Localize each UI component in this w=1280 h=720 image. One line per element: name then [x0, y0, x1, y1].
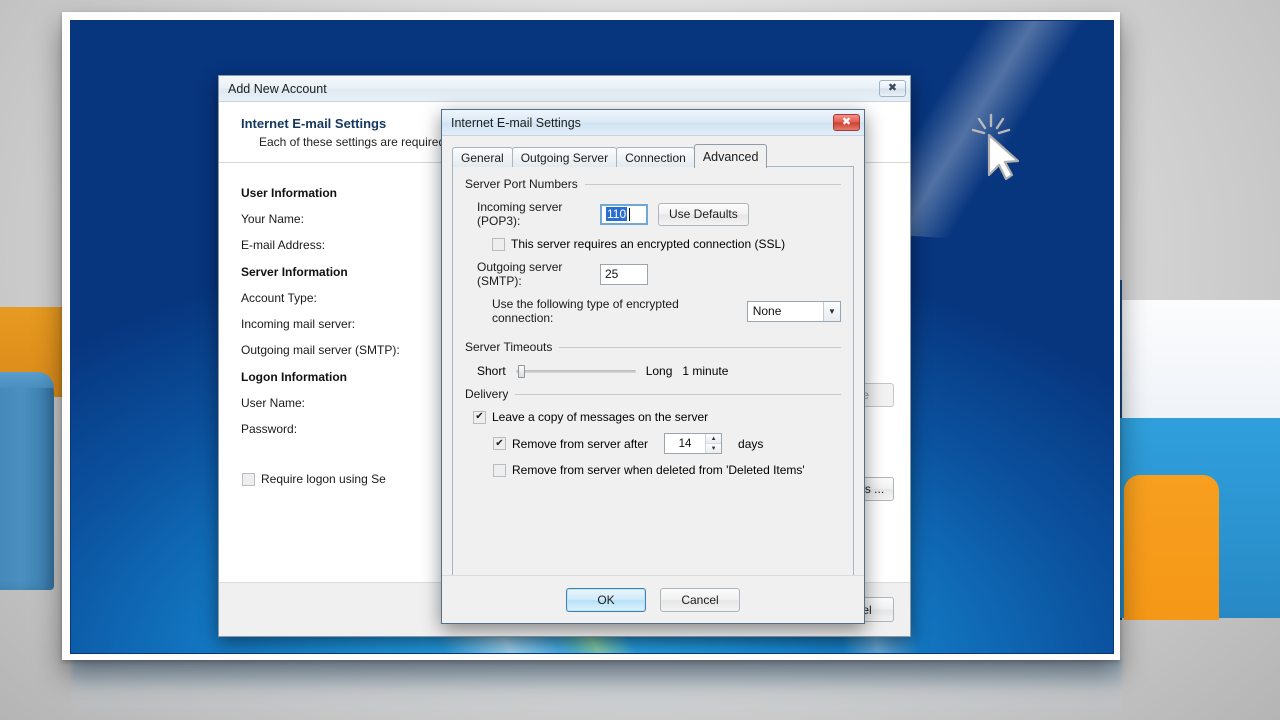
group-label-delivery: Delivery: [465, 387, 509, 401]
label-timeout-short: Short: [477, 364, 506, 378]
remove-deleted-checkbox[interactable]: [493, 463, 506, 477]
row-remove-deleted[interactable]: Remove from server when deleted from 'De…: [465, 463, 841, 477]
group-divider: [584, 183, 841, 185]
group-server-port-numbers: Server Port Numbers Incoming server (POP…: [465, 177, 841, 334]
row-ssl-checkbox[interactable]: This server requires an encrypted connec…: [465, 237, 841, 251]
server-timeout-slider[interactable]: [515, 363, 636, 379]
wizard-title-bar: Add New Account ✖: [219, 76, 910, 102]
settings-tabstrip: General Outgoing Server Connection Advan…: [452, 144, 854, 168]
decor-white-panel: [1105, 300, 1280, 430]
group-label-server-timeouts: Server Timeouts: [465, 340, 553, 354]
remove-after-days-value: 14: [678, 437, 692, 450]
remove-after-days-stepper[interactable]: 14 ▲ ▼: [664, 433, 723, 454]
label-user-name: User Name:: [241, 396, 306, 410]
ok-button[interactable]: OK: [566, 587, 646, 612]
label-outgoing-server: Outgoing server (SMTP):: [477, 260, 563, 288]
close-icon[interactable]: ✖: [833, 114, 860, 131]
row-leave-copy[interactable]: Leave a copy of messages on the server: [465, 410, 841, 424]
slider-track: [515, 370, 636, 373]
days-label: days: [738, 436, 764, 451]
tab-general[interactable]: General: [452, 147, 513, 167]
desktop-wallpaper: Add New Account ✖ Internet E-mail Settin…: [70, 20, 1114, 654]
settings-footer: OK Cancel: [442, 575, 864, 623]
label-outgoing-mail-server: Outgoing mail server (SMTP):: [241, 343, 400, 357]
row-incoming-server: Incoming server (POP3): 110 Use Defaults: [465, 200, 841, 228]
group-delivery: Delivery Leave a copy of messages on the…: [465, 387, 841, 486]
close-icon[interactable]: ✖: [879, 80, 906, 97]
group-header-delivery: Delivery: [465, 387, 841, 401]
slider-thumb[interactable]: [517, 365, 525, 378]
settings-body: General Outgoing Server Connection Advan…: [442, 136, 864, 623]
settings-title: Internet E-mail Settings: [451, 115, 581, 130]
label-account-type: Account Type:: [241, 291, 317, 305]
decor-orange-shape-right: [1124, 475, 1219, 620]
tab-connection[interactable]: Connection: [616, 147, 695, 167]
label-email-address: E-mail Address:: [241, 238, 326, 252]
text-caret: [629, 207, 631, 221]
group-label-server-port-numbers: Server Port Numbers: [465, 177, 578, 191]
tab-outgoing-server[interactable]: Outgoing Server: [511, 147, 618, 167]
decor-blue-shape-left: [0, 375, 54, 590]
row-remove-after[interactable]: Remove from server after 14 ▲ ▼ days: [465, 433, 841, 454]
settings-cancel-button[interactable]: Cancel: [660, 587, 740, 612]
row-encryption-type: Use the following type of encrypted conn…: [465, 297, 841, 325]
stepper-arrows[interactable]: ▲ ▼: [705, 434, 722, 453]
require-logon-label: Require logon using Se: [261, 472, 386, 486]
ssl-checkbox-label: This server requires an encrypted connec…: [511, 237, 786, 251]
outgoing-port-input[interactable]: 25: [600, 263, 648, 285]
remove-after-label: Remove from server after: [512, 436, 649, 451]
require-logon-checkbox[interactable]: [242, 472, 255, 486]
label-password: Password:: [241, 422, 298, 436]
group-divider: [559, 346, 841, 348]
label-incoming-mail-server: Incoming mail server:: [241, 317, 356, 331]
tab-advanced[interactable]: Advanced: [693, 144, 768, 168]
mouse-cursor-icon: [971, 113, 1020, 181]
remove-after-checkbox[interactable]: [493, 437, 506, 450]
row-server-timeout-slider: Short Long 1 minute: [465, 363, 841, 379]
decor-screen-reflection: [72, 660, 1122, 718]
leave-copy-label: Leave a copy of messages on the server: [492, 410, 709, 424]
label-timeout-value: 1 minute: [682, 364, 729, 378]
label-encryption-type: Use the following type of encrypted conn…: [492, 297, 679, 325]
label-timeout-long: Long: [645, 364, 673, 378]
group-header-server-timeouts: Server Timeouts: [465, 340, 841, 354]
tab-panel-advanced: Server Port Numbers Incoming server (POP…: [452, 166, 854, 576]
stepper-down-icon[interactable]: ▼: [706, 444, 722, 453]
row-outgoing-server: Outgoing server (SMTP): 25: [465, 260, 841, 288]
internet-email-settings-dialog: Internet E-mail Settings ✖ General Outgo…: [441, 109, 865, 624]
label-incoming-server: Incoming server (POP3):: [477, 200, 563, 228]
leave-copy-checkbox[interactable]: [473, 410, 486, 424]
monitor-frame: Add New Account ✖ Internet E-mail Settin…: [62, 12, 1120, 660]
label-your-name: Your Name:: [241, 212, 304, 226]
group-header-server-port-numbers: Server Port Numbers: [465, 177, 841, 191]
decor-blue-shape-left-top: [0, 372, 54, 388]
incoming-port-value: 110: [606, 207, 628, 221]
stepper-up-icon[interactable]: ▲: [706, 434, 722, 444]
group-server-timeouts: Server Timeouts Short Long 1 minute: [465, 340, 841, 379]
incoming-port-input[interactable]: 110: [600, 203, 648, 225]
encryption-type-select[interactable]: None ▼: [746, 300, 841, 322]
wizard-title: Add New Account: [228, 81, 327, 96]
settings-title-bar: Internet E-mail Settings ✖: [442, 110, 864, 136]
chevron-down-icon[interactable]: ▼: [823, 301, 840, 321]
ssl-checkbox[interactable]: [492, 237, 505, 251]
remove-deleted-label: Remove from server when deleted from 'De…: [512, 463, 805, 477]
use-defaults-button[interactable]: Use Defaults: [658, 202, 749, 226]
group-divider: [515, 393, 841, 395]
encryption-type-value: None: [752, 304, 782, 318]
